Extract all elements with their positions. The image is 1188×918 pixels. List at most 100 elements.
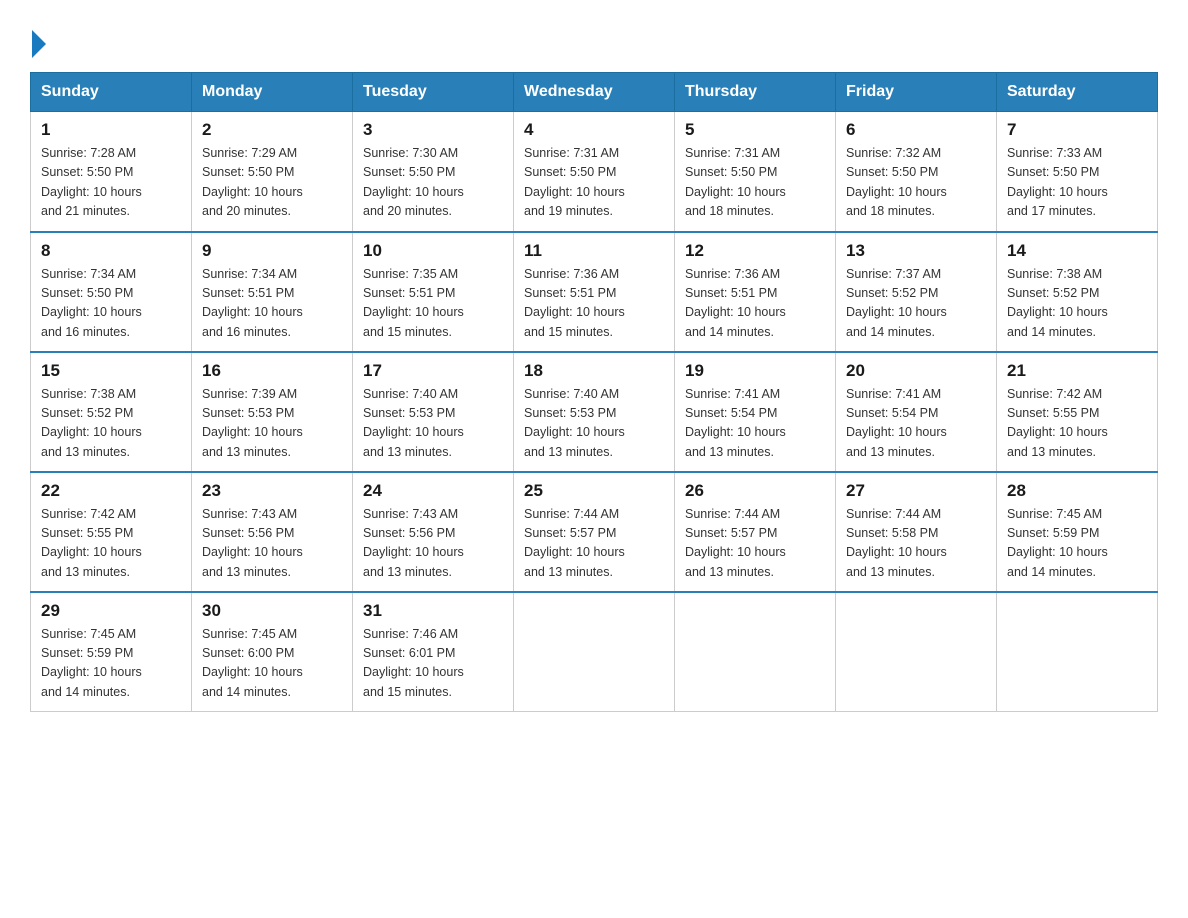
calendar-day-cell: 9 Sunrise: 7:34 AMSunset: 5:51 PMDayligh… — [192, 232, 353, 352]
calendar-week-row: 22 Sunrise: 7:42 AMSunset: 5:55 PMDaylig… — [31, 472, 1158, 592]
day-number: 4 — [524, 120, 664, 140]
calendar-day-cell: 13 Sunrise: 7:37 AMSunset: 5:52 PMDaylig… — [836, 232, 997, 352]
calendar-day-cell: 8 Sunrise: 7:34 AMSunset: 5:50 PMDayligh… — [31, 232, 192, 352]
calendar-day-cell: 7 Sunrise: 7:33 AMSunset: 5:50 PMDayligh… — [997, 112, 1158, 232]
calendar-day-cell: 12 Sunrise: 7:36 AMSunset: 5:51 PMDaylig… — [675, 232, 836, 352]
day-info: Sunrise: 7:32 AMSunset: 5:50 PMDaylight:… — [846, 146, 947, 218]
day-number: 8 — [41, 241, 181, 261]
day-number: 26 — [685, 481, 825, 501]
day-info: Sunrise: 7:43 AMSunset: 5:56 PMDaylight:… — [363, 507, 464, 579]
day-number: 27 — [846, 481, 986, 501]
calendar-day-cell: 10 Sunrise: 7:35 AMSunset: 5:51 PMDaylig… — [353, 232, 514, 352]
day-header-tuesday: Tuesday — [353, 73, 514, 112]
day-info: Sunrise: 7:29 AMSunset: 5:50 PMDaylight:… — [202, 146, 303, 218]
day-info: Sunrise: 7:43 AMSunset: 5:56 PMDaylight:… — [202, 507, 303, 579]
calendar-day-cell: 15 Sunrise: 7:38 AMSunset: 5:52 PMDaylig… — [31, 352, 192, 472]
day-info: Sunrise: 7:44 AMSunset: 5:57 PMDaylight:… — [685, 507, 786, 579]
day-number: 6 — [846, 120, 986, 140]
day-number: 13 — [846, 241, 986, 261]
calendar-day-cell: 20 Sunrise: 7:41 AMSunset: 5:54 PMDaylig… — [836, 352, 997, 472]
day-info: Sunrise: 7:40 AMSunset: 5:53 PMDaylight:… — [524, 387, 625, 459]
calendar-day-cell — [675, 592, 836, 712]
calendar-week-row: 8 Sunrise: 7:34 AMSunset: 5:50 PMDayligh… — [31, 232, 1158, 352]
day-number: 12 — [685, 241, 825, 261]
day-info: Sunrise: 7:41 AMSunset: 5:54 PMDaylight:… — [846, 387, 947, 459]
calendar-table: SundayMondayTuesdayWednesdayThursdayFrid… — [30, 72, 1158, 712]
calendar-day-cell: 4 Sunrise: 7:31 AMSunset: 5:50 PMDayligh… — [514, 112, 675, 232]
day-number: 22 — [41, 481, 181, 501]
day-number: 28 — [1007, 481, 1147, 501]
day-number: 29 — [41, 601, 181, 621]
day-number: 18 — [524, 361, 664, 381]
day-number: 11 — [524, 241, 664, 261]
day-number: 25 — [524, 481, 664, 501]
day-number: 5 — [685, 120, 825, 140]
day-info: Sunrise: 7:44 AMSunset: 5:57 PMDaylight:… — [524, 507, 625, 579]
day-number: 19 — [685, 361, 825, 381]
day-number: 14 — [1007, 241, 1147, 261]
calendar-day-cell: 6 Sunrise: 7:32 AMSunset: 5:50 PMDayligh… — [836, 112, 997, 232]
day-number: 16 — [202, 361, 342, 381]
calendar-day-cell: 21 Sunrise: 7:42 AMSunset: 5:55 PMDaylig… — [997, 352, 1158, 472]
day-info: Sunrise: 7:37 AMSunset: 5:52 PMDaylight:… — [846, 267, 947, 339]
day-info: Sunrise: 7:46 AMSunset: 6:01 PMDaylight:… — [363, 627, 464, 699]
calendar-day-cell: 30 Sunrise: 7:45 AMSunset: 6:00 PMDaylig… — [192, 592, 353, 712]
calendar-day-cell: 5 Sunrise: 7:31 AMSunset: 5:50 PMDayligh… — [675, 112, 836, 232]
calendar-day-cell: 27 Sunrise: 7:44 AMSunset: 5:58 PMDaylig… — [836, 472, 997, 592]
day-info: Sunrise: 7:31 AMSunset: 5:50 PMDaylight:… — [685, 146, 786, 218]
day-number: 10 — [363, 241, 503, 261]
logo — [30, 30, 46, 54]
page-header — [30, 20, 1158, 54]
day-info: Sunrise: 7:45 AMSunset: 5:59 PMDaylight:… — [1007, 507, 1108, 579]
day-info: Sunrise: 7:39 AMSunset: 5:53 PMDaylight:… — [202, 387, 303, 459]
day-info: Sunrise: 7:36 AMSunset: 5:51 PMDaylight:… — [685, 267, 786, 339]
calendar-day-cell: 25 Sunrise: 7:44 AMSunset: 5:57 PMDaylig… — [514, 472, 675, 592]
day-info: Sunrise: 7:30 AMSunset: 5:50 PMDaylight:… — [363, 146, 464, 218]
day-info: Sunrise: 7:31 AMSunset: 5:50 PMDaylight:… — [524, 146, 625, 218]
calendar-day-cell: 24 Sunrise: 7:43 AMSunset: 5:56 PMDaylig… — [353, 472, 514, 592]
calendar-week-row: 29 Sunrise: 7:45 AMSunset: 5:59 PMDaylig… — [31, 592, 1158, 712]
day-header-monday: Monday — [192, 73, 353, 112]
calendar-day-cell: 17 Sunrise: 7:40 AMSunset: 5:53 PMDaylig… — [353, 352, 514, 472]
day-info: Sunrise: 7:28 AMSunset: 5:50 PMDaylight:… — [41, 146, 142, 218]
calendar-day-cell: 11 Sunrise: 7:36 AMSunset: 5:51 PMDaylig… — [514, 232, 675, 352]
day-header-sunday: Sunday — [31, 73, 192, 112]
calendar-day-cell — [836, 592, 997, 712]
calendar-day-cell — [514, 592, 675, 712]
day-info: Sunrise: 7:34 AMSunset: 5:50 PMDaylight:… — [41, 267, 142, 339]
calendar-day-cell: 29 Sunrise: 7:45 AMSunset: 5:59 PMDaylig… — [31, 592, 192, 712]
day-number: 9 — [202, 241, 342, 261]
day-header-thursday: Thursday — [675, 73, 836, 112]
calendar-day-cell: 1 Sunrise: 7:28 AMSunset: 5:50 PMDayligh… — [31, 112, 192, 232]
day-number: 3 — [363, 120, 503, 140]
day-number: 23 — [202, 481, 342, 501]
day-info: Sunrise: 7:42 AMSunset: 5:55 PMDaylight:… — [41, 507, 142, 579]
day-number: 30 — [202, 601, 342, 621]
day-header-friday: Friday — [836, 73, 997, 112]
day-info: Sunrise: 7:45 AMSunset: 6:00 PMDaylight:… — [202, 627, 303, 699]
calendar-day-cell — [997, 592, 1158, 712]
calendar-week-row: 15 Sunrise: 7:38 AMSunset: 5:52 PMDaylig… — [31, 352, 1158, 472]
calendar-header-row: SundayMondayTuesdayWednesdayThursdayFrid… — [31, 73, 1158, 112]
calendar-day-cell: 26 Sunrise: 7:44 AMSunset: 5:57 PMDaylig… — [675, 472, 836, 592]
calendar-day-cell: 31 Sunrise: 7:46 AMSunset: 6:01 PMDaylig… — [353, 592, 514, 712]
day-number: 17 — [363, 361, 503, 381]
day-number: 31 — [363, 601, 503, 621]
day-number: 24 — [363, 481, 503, 501]
day-info: Sunrise: 7:33 AMSunset: 5:50 PMDaylight:… — [1007, 146, 1108, 218]
day-header-wednesday: Wednesday — [514, 73, 675, 112]
calendar-day-cell: 23 Sunrise: 7:43 AMSunset: 5:56 PMDaylig… — [192, 472, 353, 592]
day-info: Sunrise: 7:44 AMSunset: 5:58 PMDaylight:… — [846, 507, 947, 579]
day-number: 15 — [41, 361, 181, 381]
calendar-day-cell: 16 Sunrise: 7:39 AMSunset: 5:53 PMDaylig… — [192, 352, 353, 472]
day-number: 1 — [41, 120, 181, 140]
calendar-week-row: 1 Sunrise: 7:28 AMSunset: 5:50 PMDayligh… — [31, 112, 1158, 232]
calendar-day-cell: 18 Sunrise: 7:40 AMSunset: 5:53 PMDaylig… — [514, 352, 675, 472]
day-number: 20 — [846, 361, 986, 381]
day-number: 7 — [1007, 120, 1147, 140]
day-info: Sunrise: 7:42 AMSunset: 5:55 PMDaylight:… — [1007, 387, 1108, 459]
calendar-day-cell: 22 Sunrise: 7:42 AMSunset: 5:55 PMDaylig… — [31, 472, 192, 592]
day-number: 21 — [1007, 361, 1147, 381]
day-info: Sunrise: 7:36 AMSunset: 5:51 PMDaylight:… — [524, 267, 625, 339]
day-info: Sunrise: 7:38 AMSunset: 5:52 PMDaylight:… — [41, 387, 142, 459]
